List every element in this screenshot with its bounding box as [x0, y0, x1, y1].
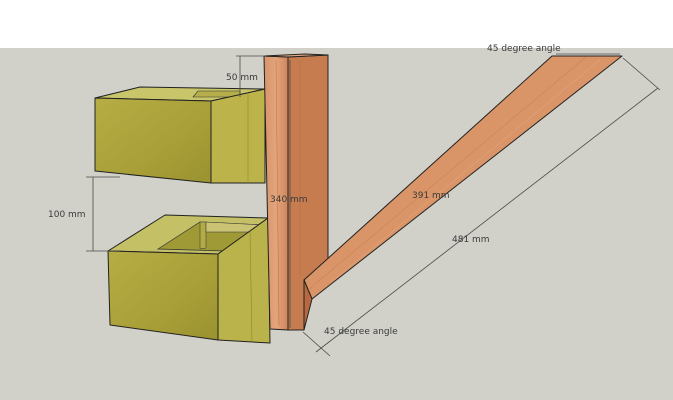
dim-gap-top-label: 50 mm — [226, 73, 258, 83]
sky — [0, 0, 673, 48]
sketchup-viewport[interactable]: 45 degree angle 50 mm 100 mm 340 mm 391 … — [0, 0, 673, 400]
dim-post-height-label: 340 mm — [270, 195, 308, 205]
upper-block-side-face — [210, 88, 266, 184]
dim-brace-outer-label: 481 mm — [452, 235, 490, 245]
dim-block-gap-label: 100 mm — [48, 210, 86, 220]
dim-bottom-angle-label: 45 degree angle — [324, 327, 398, 337]
upper-block — [94, 86, 266, 184]
lower-block-front-face — [107, 250, 219, 341]
upper-block-front-face — [94, 97, 212, 184]
dim-top-angle-label: 45 degree angle — [487, 44, 561, 54]
model-drawing: 45 degree angle 50 mm 100 mm 340 mm 391 … — [0, 0, 673, 400]
dim-brace-inner-label: 391 mm — [412, 191, 450, 201]
